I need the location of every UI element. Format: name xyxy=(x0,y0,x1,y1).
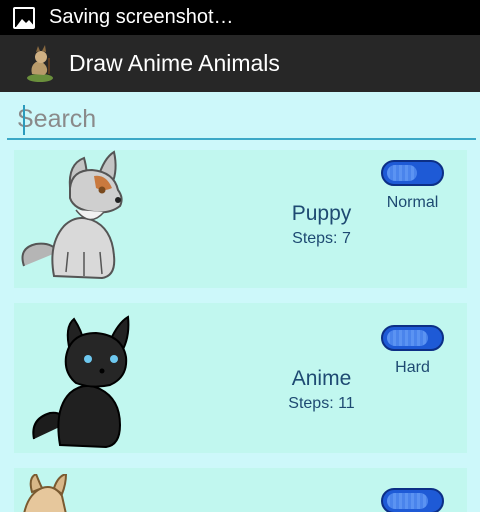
lesson-card[interactable]: Anime Steps: 11 Hard xyxy=(14,303,467,453)
black-wolf-pup-image xyxy=(14,311,144,451)
tan-animal-image xyxy=(14,474,144,512)
difficulty-bar xyxy=(381,160,444,186)
difficulty-fill xyxy=(387,165,417,181)
text-caret xyxy=(23,105,25,135)
search-input[interactable] xyxy=(7,100,476,140)
app-title: Draw Anime Animals xyxy=(69,50,280,76)
lesson-card[interactable] xyxy=(14,468,467,512)
difficulty-label: Hard xyxy=(395,359,430,376)
lesson-steps: Steps: 7 xyxy=(292,230,351,247)
lesson-card[interactable]: Puppy Steps: 7 Normal xyxy=(14,150,467,288)
difficulty-fill xyxy=(387,330,428,346)
difficulty-bar xyxy=(381,488,444,512)
status-bar: Saving screenshot… xyxy=(0,0,480,35)
difficulty-bar xyxy=(381,325,444,351)
difficulty-label: Normal xyxy=(386,194,439,211)
grey-wolf-pup-image xyxy=(14,148,144,283)
lesson-steps: Steps: 11 xyxy=(288,395,355,412)
difficulty-fill xyxy=(387,493,428,509)
action-bar: Draw Anime Animals xyxy=(0,35,480,92)
app-logo-icon xyxy=(22,44,58,84)
status-text: Saving screenshot… xyxy=(49,6,234,28)
image-icon xyxy=(13,6,35,29)
search-bar xyxy=(7,100,476,144)
